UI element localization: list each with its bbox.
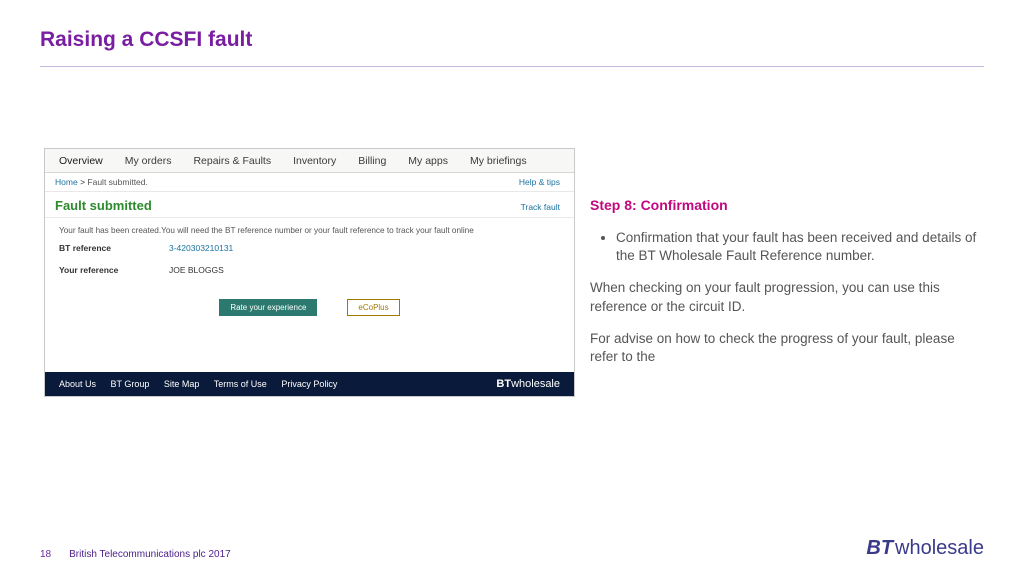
footer-terms[interactable]: Terms of Use bbox=[214, 379, 267, 389]
title-divider bbox=[40, 66, 984, 67]
ecoplus-button[interactable]: eCoPlus bbox=[347, 299, 399, 316]
nav-tabs: Overview My orders Repairs & Faults Inve… bbox=[45, 149, 574, 173]
footer-brand-bold: BT bbox=[496, 378, 511, 390]
tab-my-briefings[interactable]: My briefings bbox=[470, 155, 527, 167]
your-reference-label: Your reference bbox=[59, 265, 169, 275]
app-footer: About Us BT Group Site Map Terms of Use … bbox=[45, 372, 574, 396]
footer-brand-light: wholesale bbox=[511, 378, 560, 390]
heading-row: Fault submitted Track fault bbox=[45, 192, 574, 218]
your-reference-row: Your reference JOE BLOGGS bbox=[45, 259, 574, 281]
footer-brand: BTwholesale bbox=[496, 378, 560, 390]
copyright-text: British Telecommunications plc 2017 bbox=[69, 549, 231, 560]
tab-repairs-faults[interactable]: Repairs & Faults bbox=[193, 155, 271, 167]
footer-privacy[interactable]: Privacy Policy bbox=[281, 379, 337, 389]
breadcrumb-sep: > bbox=[80, 177, 85, 187]
tab-inventory[interactable]: Inventory bbox=[293, 155, 336, 167]
rate-experience-button[interactable]: Rate your experience bbox=[219, 299, 317, 316]
breadcrumb: Home > Fault submitted. bbox=[55, 177, 148, 187]
bt-reference-value[interactable]: 3-420303210131 bbox=[169, 243, 233, 253]
logo-bold: BT bbox=[866, 537, 893, 560]
bt-reference-label: BT reference bbox=[59, 243, 169, 253]
footer-site-map[interactable]: Site Map bbox=[164, 379, 200, 389]
step-para-1: When checking on your fault progression,… bbox=[590, 279, 985, 315]
app-screenshot: Overview My orders Repairs & Faults Inve… bbox=[44, 148, 575, 397]
description-text: Your fault has been created.You will nee… bbox=[45, 218, 574, 237]
slide-title: Raising a CCSFI fault bbox=[0, 0, 1024, 60]
step-bullet: Confirmation that your fault has been re… bbox=[616, 229, 985, 265]
footer-about-us[interactable]: About Us bbox=[59, 379, 96, 389]
tab-overview[interactable]: Overview bbox=[59, 155, 103, 167]
footer-bt-group[interactable]: BT Group bbox=[111, 379, 150, 389]
bt-reference-row: BT reference 3-420303210131 bbox=[45, 237, 574, 259]
footer-links: About Us BT Group Site Map Terms of Use … bbox=[59, 379, 349, 389]
page-heading: Fault submitted bbox=[55, 198, 152, 213]
breadcrumb-current: Fault submitted. bbox=[87, 177, 147, 187]
page-number: 18 bbox=[40, 549, 51, 560]
tab-my-apps[interactable]: My apps bbox=[408, 155, 448, 167]
explanation-panel: Step 8: Confirmation Confirmation that y… bbox=[590, 196, 985, 380]
tab-billing[interactable]: Billing bbox=[358, 155, 386, 167]
step-para-2: For advise on how to check the progress … bbox=[590, 330, 985, 366]
breadcrumb-home[interactable]: Home bbox=[55, 177, 78, 187]
step-title: Step 8: Confirmation bbox=[590, 196, 985, 215]
breadcrumb-row: Home > Fault submitted. Help & tips bbox=[45, 173, 574, 192]
your-reference-value: JOE BLOGGS bbox=[169, 265, 224, 275]
bt-wholesale-logo: BTwholesale bbox=[866, 537, 984, 560]
logo-light: wholesale bbox=[895, 537, 984, 560]
slide-footer: 18 British Telecommunications plc 2017 B… bbox=[0, 537, 1024, 560]
button-row: Rate your experience eCoPlus bbox=[45, 299, 574, 316]
tab-my-orders[interactable]: My orders bbox=[125, 155, 172, 167]
help-tips-link[interactable]: Help & tips bbox=[519, 177, 560, 187]
track-fault-link[interactable]: Track fault bbox=[521, 202, 560, 212]
